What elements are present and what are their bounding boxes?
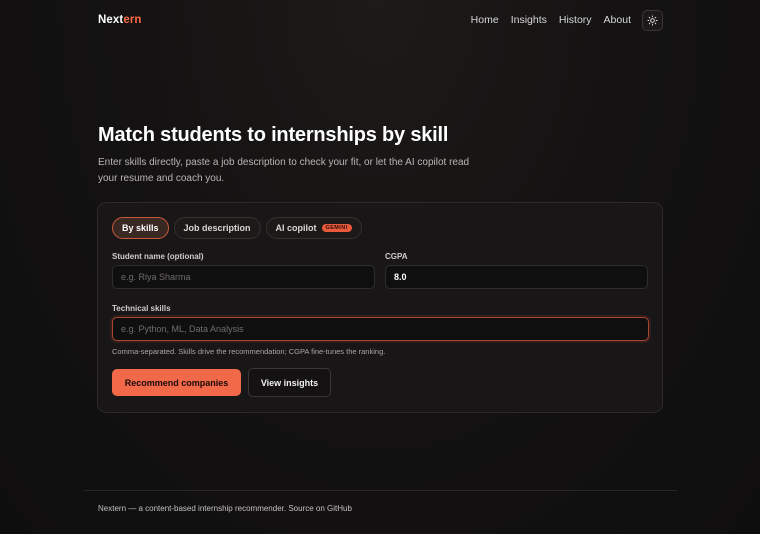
nav-link-history[interactable]: History (559, 14, 592, 26)
tab-ai-copilot[interactable]: AI copilot GEMINI (265, 217, 362, 239)
student-name-input[interactable]: e.g. Riya Sharma (112, 265, 375, 289)
tab-label: Job description (183, 223, 251, 233)
view-insights-button[interactable]: View insights (248, 368, 331, 397)
technical-skills-input[interactable]: e.g. Python, ML, Data Analysis (112, 317, 649, 341)
student-name-label: Student name (optional) (112, 252, 204, 261)
brand-logo[interactable]: Nextern (98, 14, 142, 26)
page-title: Match students to internships by skill (98, 124, 449, 146)
brand-name-part2: ern (123, 14, 142, 26)
sun-icon (647, 15, 658, 26)
nav-links: Home Insights History About (459, 14, 631, 26)
cgpa-input[interactable]: 8.0 (385, 265, 648, 289)
nav-link-home[interactable]: Home (471, 14, 499, 26)
page-subtitle: Enter skills directly, paste a job descr… (98, 157, 470, 184)
tab-by-skills[interactable]: By skills (112, 217, 169, 239)
top-nav: Nextern Home Insights History About (0, 0, 760, 42)
nav-link-insights[interactable]: Insights (511, 14, 547, 26)
nav-link-about[interactable]: About (604, 14, 631, 26)
recommend-form-card: By skills Job description AI copilot GEMI… (97, 202, 663, 413)
footer: Nextern — a content-based internship rec… (98, 504, 352, 513)
footer-text: Nextern — a content-based internship rec… (98, 504, 328, 513)
tab-label: AI copilot (275, 223, 317, 233)
github-link[interactable]: GitHub (327, 504, 352, 513)
technical-skills-label: Technical skills (112, 304, 171, 313)
footer-divider (84, 490, 677, 491)
tab-job-description[interactable]: Job description (173, 217, 261, 239)
cgpa-label: CGPA (385, 252, 408, 261)
tab-label: By skills (122, 223, 159, 233)
mode-tabs: By skills Job description AI copilot GEMI… (112, 217, 367, 239)
brand-name-part1: Next (98, 14, 124, 26)
theme-toggle-button[interactable] (642, 10, 663, 31)
recommend-companies-button[interactable]: Recommend companies (112, 369, 241, 396)
skills-hint: Comma-separated. Skills drive the recomm… (112, 347, 386, 356)
gemini-badge: GEMINI (321, 224, 352, 232)
